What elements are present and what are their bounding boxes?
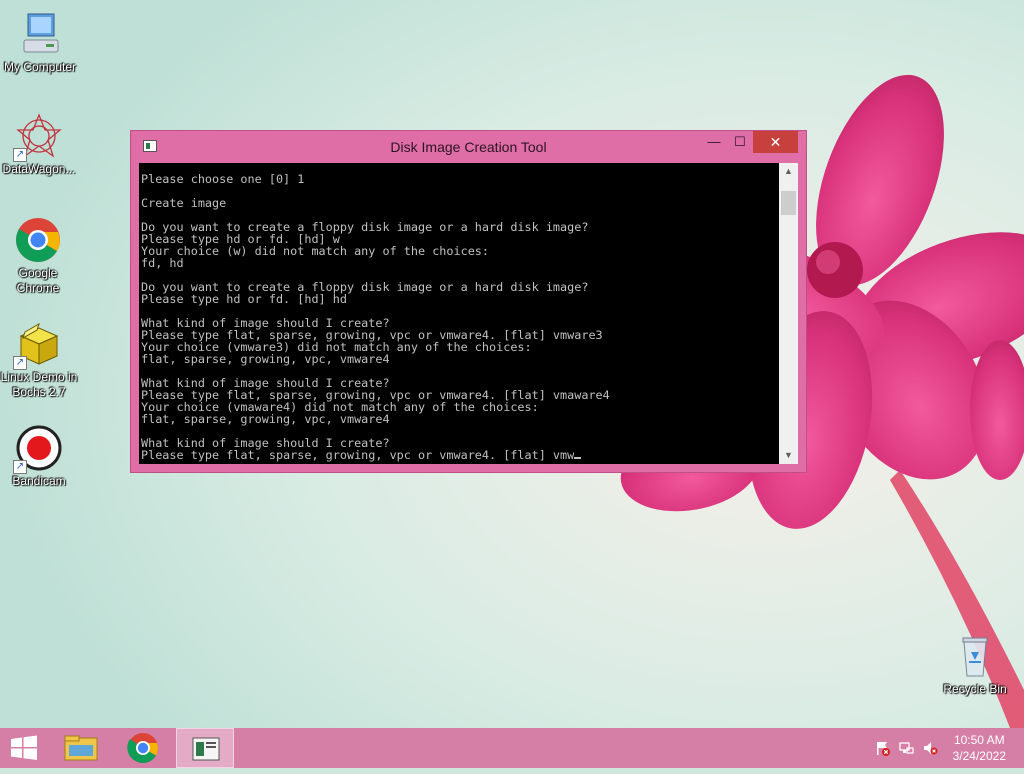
console-line: Please choose one [0] 1 (141, 172, 305, 186)
console-line: Your choice (w) did not match any of the… (141, 244, 490, 258)
maximize-button[interactable]: ☐ (727, 131, 753, 153)
desktop-icon-label: DataWagon... (2, 162, 76, 176)
console-output[interactable]: Please choose one [0] 1 Create image Do … (139, 163, 779, 464)
chrome-icon (14, 216, 62, 264)
taskbar-file-explorer[interactable] (52, 728, 110, 768)
desktop-icon-label: Google Chrome (16, 266, 60, 295)
console-history: Please choose one [0] 1 Create image Do … (141, 172, 610, 450)
minimize-button[interactable]: — (701, 131, 727, 153)
console-input-line[interactable]: Please type flat, sparse, growing, vpc o… (141, 448, 574, 462)
text-cursor (574, 457, 582, 459)
bochs-icon: ↗ (13, 320, 63, 370)
datawagon-icon: ↗ (13, 112, 63, 162)
network-icon[interactable] (898, 740, 914, 756)
shortcut-arrow-icon: ↗ (13, 460, 27, 474)
chrome-icon (127, 733, 158, 764)
clock-date: 3/24/2022 (952, 749, 1006, 763)
desktop-icon-recycle-bin[interactable]: Recycle Bin (935, 632, 1015, 697)
clock-time: 10:50 AM (953, 733, 1005, 747)
window-titlebar[interactable]: Disk Image Creation Tool — ☐ ✕ (131, 131, 806, 163)
taskbar-google-chrome[interactable] (114, 728, 172, 768)
console-window[interactable]: Disk Image Creation Tool — ☐ ✕ Please ch… (130, 130, 807, 473)
computer-icon (16, 10, 64, 58)
desktop-icon-bandicam[interactable]: ↗ Bandicam (0, 424, 79, 489)
bandicam-icon: ↗ (13, 424, 63, 474)
desktop-icon-label: Recycle Bin (943, 682, 1007, 696)
console-line: fd, hd (141, 256, 184, 270)
start-button[interactable] (0, 728, 48, 768)
system-clock[interactable]: 10:50 AM 3/24/2022 (953, 732, 1006, 764)
console-line: Please type hd or fd. [hd] hd (141, 292, 347, 306)
scroll-thumb[interactable] (781, 191, 796, 215)
volume-muted-icon[interactable] (922, 740, 938, 756)
desktop-icon-linux-demo-bochs[interactable]: ↗ Linux Demo in Bochs 2.7 (0, 320, 79, 400)
scroll-down-button[interactable]: ▼ (779, 447, 798, 464)
windows-logo-icon (11, 735, 37, 760)
desktop-icon-google-chrome[interactable]: Google Chrome (0, 216, 78, 296)
desktop-icon-label: My Computer (3, 60, 77, 74)
shortcut-arrow-icon: ↗ (13, 356, 27, 370)
taskbar: 10:50 AM 3/24/2022 (0, 728, 1024, 768)
console-line: flat, sparse, growing, vpc, vmware4 (141, 412, 390, 426)
console-line: flat, sparse, growing, vpc, vmware4 (141, 352, 390, 366)
console-app-icon (192, 737, 220, 761)
console-line: Create image (141, 196, 227, 210)
shortcut-arrow-icon: ↗ (13, 148, 27, 162)
scroll-up-button[interactable]: ▲ (779, 163, 798, 180)
recycle-bin-icon (951, 632, 999, 680)
action-center-flag-icon[interactable] (874, 740, 890, 756)
console-text: Please choose one [0] 1 Create image Do … (139, 163, 779, 461)
folder-icon (64, 735, 98, 761)
taskbar-disk-image-tool[interactable] (176, 728, 234, 768)
desktop-icon-my-computer[interactable]: My Computer (0, 10, 80, 75)
desktop-icon-label: Linux Demo in Bochs 2.7 (0, 370, 78, 399)
desktop-icon-label: Bandicam (12, 474, 66, 488)
desktop-icon-datawagon[interactable]: ↗ DataWagon... (0, 112, 79, 177)
vertical-scrollbar[interactable]: ▲ ▼ (779, 163, 798, 464)
close-button[interactable]: ✕ (753, 131, 798, 153)
